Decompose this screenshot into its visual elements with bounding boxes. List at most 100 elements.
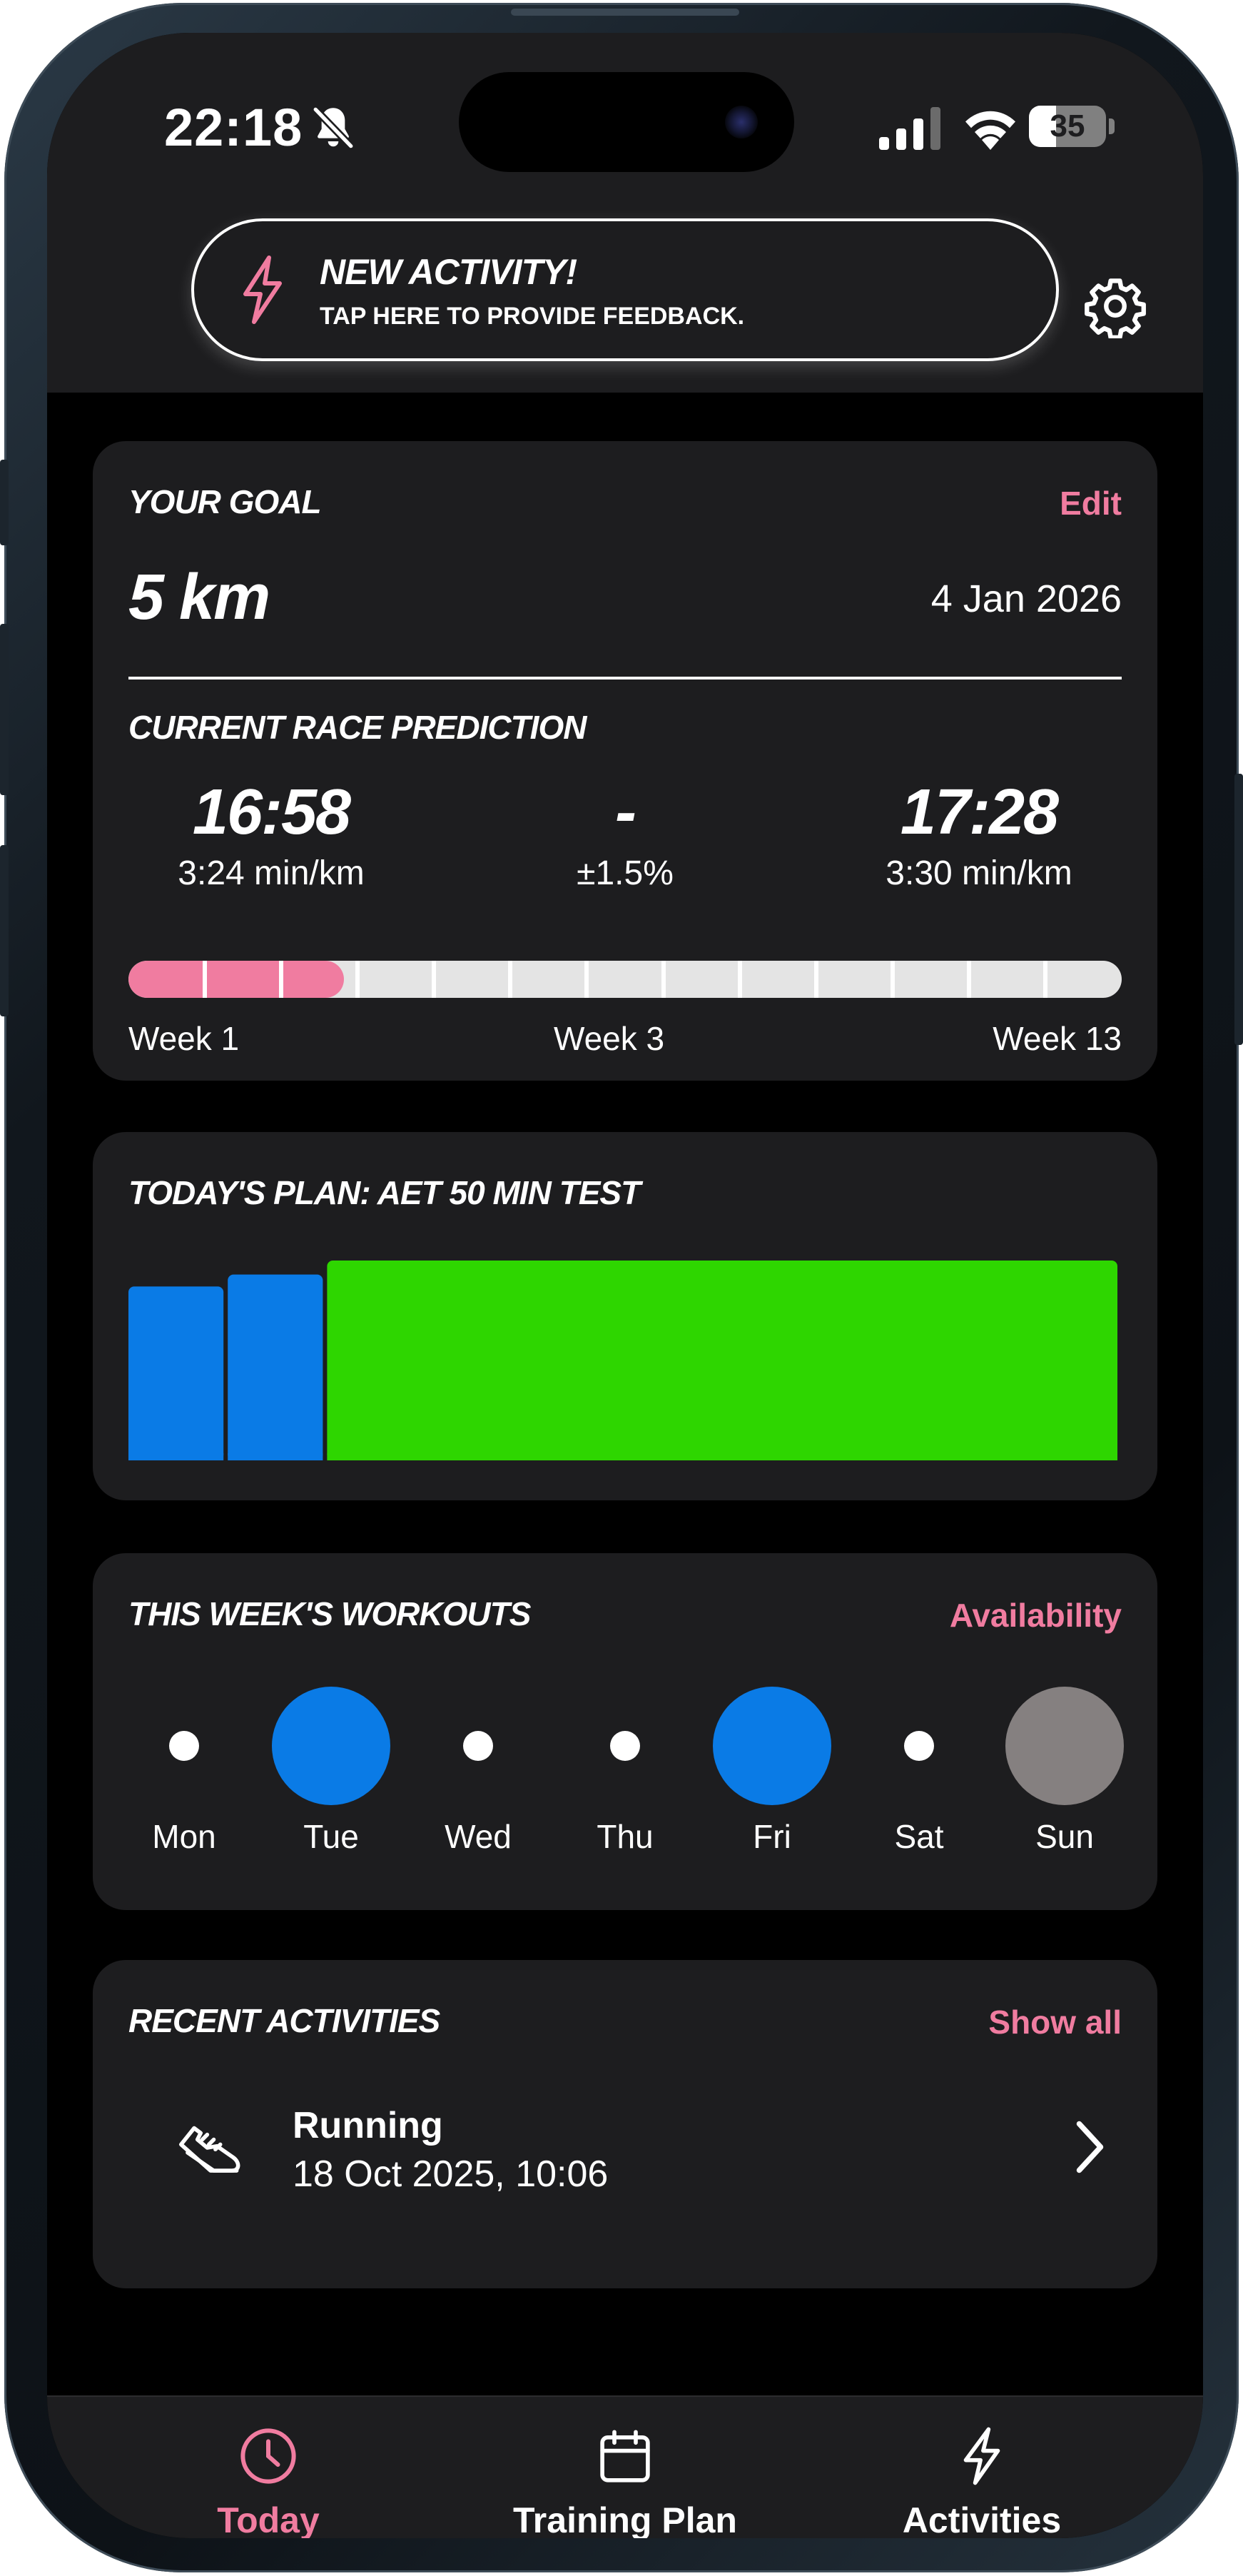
activity-item[interactable]: Running 18 Oct 2025, 10:06	[114, 2081, 1136, 2203]
calendar-icon	[600, 2430, 650, 2482]
rest-day-dot	[904, 1731, 934, 1761]
weekday-label: Sun	[1035, 1818, 1094, 1855]
lightning-bolt-icon	[243, 256, 282, 324]
tab-label-training-plan: Training Plan	[513, 2500, 737, 2538]
mute-switch	[0, 460, 9, 545]
prediction-best-pace: 3:24 min/km	[178, 854, 365, 892]
weekday-label: Sat	[894, 1818, 944, 1855]
weekly-workouts-card: THIS WEEK'S WORKOUTS Availability Mon Tue…	[93, 1553, 1157, 1910]
weekly-workouts-title: THIS WEEK'S WORKOUTS	[128, 1595, 531, 1632]
week-tick	[966, 961, 971, 998]
tab-today[interactable]: Today	[111, 2397, 425, 2538]
week-label-current: Week 3	[554, 1020, 665, 1057]
prediction-worst-time: 17:28	[900, 777, 1059, 848]
tab-training-plan[interactable]: Training Plan	[468, 2397, 782, 2538]
workout-segment-base	[327, 1453, 1117, 1460]
tab-label-today: Today	[217, 2500, 320, 2538]
weekday-wed[interactable]: Wed	[414, 1682, 542, 1867]
new-activity-feedback-banner[interactable]: NEW ACTIVITY! TAP HERE TO PROVIDE FEEDBA…	[191, 218, 1059, 361]
recent-activities-title: RECENT ACTIVITIES	[128, 2002, 440, 2039]
goal-card-title: YOUR GOAL	[128, 483, 322, 520]
banner-title: NEW ACTIVITY!	[320, 252, 577, 292]
banner-subtitle: TAP HERE TO PROVIDE FEEDBACK.	[320, 303, 745, 330]
plan-progress-bar	[128, 961, 1122, 998]
week-tick	[1042, 961, 1047, 998]
power-button	[1234, 774, 1243, 1045]
week-tick	[890, 961, 895, 998]
todays-plan-title: TODAY'S PLAN: AET 50 MIN TEST	[128, 1174, 641, 1211]
clock-icon	[240, 2428, 296, 2484]
weekday-label: Mon	[152, 1818, 216, 1855]
weekday-thu[interactable]: Thu	[561, 1682, 689, 1867]
show-all-link[interactable]: Show all	[988, 2003, 1122, 2041]
status-time: 22:18	[164, 98, 303, 157]
weekday-label: Wed	[445, 1818, 512, 1855]
week-tick	[432, 961, 437, 998]
plan-progress-fill	[128, 961, 345, 998]
week-tick	[279, 961, 284, 998]
cellular-signal-icon	[879, 107, 940, 150]
volume-up-button	[0, 624, 9, 795]
screen: 22:18 35 NEW ACTIVITY! TAP HERE TO PROVI…	[47, 33, 1203, 2538]
week-tick	[508, 961, 513, 998]
battery-percent: 35	[1050, 108, 1085, 143]
prediction-best: 16:58 3:24 min/km	[107, 777, 435, 893]
availability-link[interactable]: Availability	[950, 1596, 1122, 1635]
prediction-range: - ±1.5%	[461, 777, 789, 893]
week-tick	[584, 961, 589, 998]
weekday-fri[interactable]: Fri	[708, 1682, 836, 1867]
workout-segment-base	[228, 1453, 323, 1460]
tab-label-activities: Activities	[902, 2500, 1062, 2538]
week-tick	[813, 961, 818, 998]
todays-plan-card[interactable]: TODAY'S PLAN: AET 50 MIN TEST	[93, 1132, 1157, 1500]
week-tick	[737, 961, 742, 998]
prediction-uncertainty: ±1.5%	[577, 854, 674, 892]
speaker-slot	[511, 9, 739, 16]
rest-day-dot	[610, 1731, 640, 1761]
prediction-separator: -	[615, 777, 636, 848]
workout-day-circle	[1005, 1687, 1124, 1805]
prediction-best-time: 16:58	[192, 777, 351, 848]
app-header: 22:18 35 NEW ACTIVITY! TAP HERE TO PROVI…	[47, 33, 1203, 393]
battery-tip	[1109, 118, 1115, 134]
weekday-label: Tue	[303, 1818, 359, 1855]
bolt-icon	[963, 2427, 1000, 2485]
goal-divider	[128, 677, 1122, 680]
weekday-label: Thu	[597, 1818, 654, 1855]
activity-name: Running	[293, 2105, 443, 2146]
week-label-end: Week 13	[993, 1020, 1122, 1057]
bottom-tab-bar: Today Training Plan Activities	[47, 2395, 1203, 2538]
phone-frame: 22:18 35 NEW ACTIVITY! TAP HERE TO PROVI…	[0, 3, 1243, 2572]
week-tick	[203, 961, 208, 998]
prediction-worst: 17:28 3:30 min/km	[815, 777, 1143, 893]
battery-indicator: 35	[1029, 106, 1106, 147]
recent-activities-card: RECENT ACTIVITIES Show all Running 18 Oc…	[93, 1960, 1157, 2288]
workout-segment-bar	[228, 1274, 323, 1460]
workout-day-circle	[713, 1687, 831, 1805]
race-prediction-title: CURRENT RACE PREDICTION	[128, 709, 587, 746]
settings-gear-icon[interactable]	[1083, 274, 1147, 338]
running-shoe-icon	[179, 2126, 240, 2173]
workout-segment-bar	[128, 1286, 224, 1460]
activity-datetime: 18 Oct 2025, 10:06	[293, 2153, 609, 2195]
tab-activities[interactable]: Activities	[825, 2397, 1139, 2538]
weekday-tue[interactable]: Tue	[267, 1682, 395, 1867]
workout-intensity-chart	[128, 1261, 1117, 1460]
rest-day-dot	[169, 1731, 199, 1761]
goal-card: YOUR GOAL Edit 5 km 4 Jan 2026 CURRENT R…	[93, 441, 1157, 1081]
goal-date: 4 Jan 2026	[930, 577, 1122, 620]
week-tick	[661, 961, 666, 998]
week-label-start: Week 1	[128, 1020, 240, 1057]
workout-day-circle	[272, 1687, 390, 1805]
weekday-sun[interactable]: Sun	[1000, 1682, 1129, 1867]
prediction-worst-pace: 3:30 min/km	[886, 854, 1072, 892]
weekday-mon[interactable]: Mon	[120, 1682, 248, 1867]
chevron-right-icon	[1076, 2121, 1104, 2173]
edit-goal-link[interactable]: Edit	[1060, 484, 1122, 522]
weekday-sat[interactable]: Sat	[855, 1682, 983, 1867]
bell-slash-icon	[311, 106, 355, 150]
wifi-icon	[965, 111, 1015, 150]
front-camera	[725, 106, 758, 138]
weekday-label: Fri	[753, 1818, 791, 1855]
workout-segment-base	[128, 1453, 224, 1460]
